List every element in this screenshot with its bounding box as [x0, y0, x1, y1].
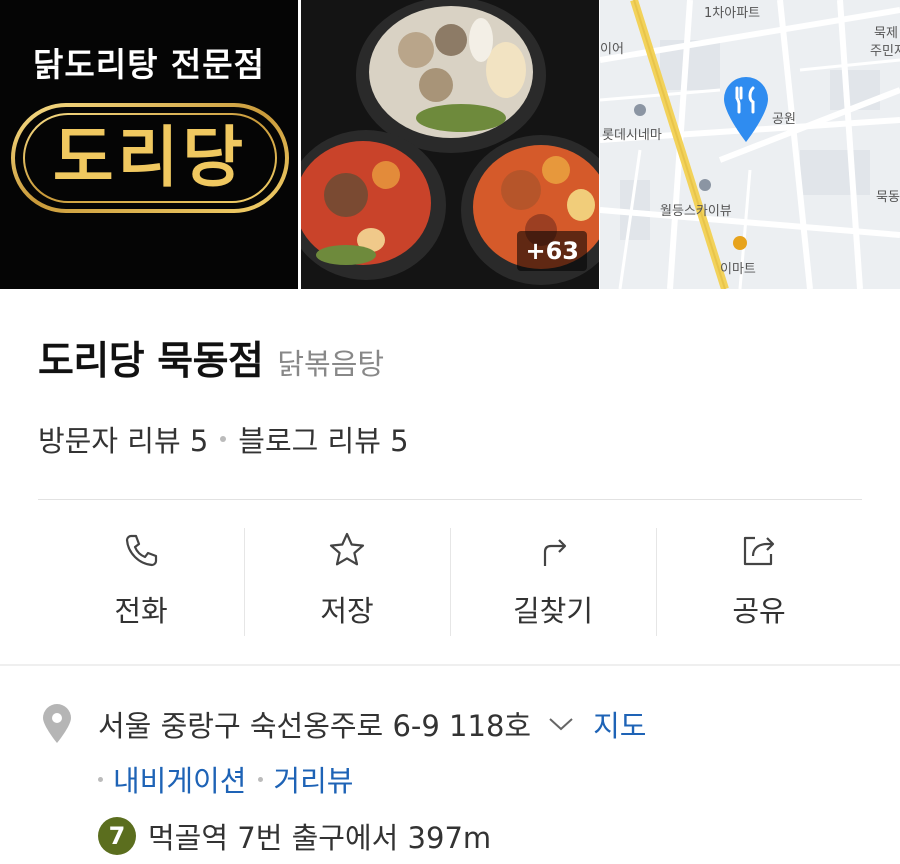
separator-dot: [258, 776, 264, 782]
subway-line-badge: 7: [98, 817, 136, 855]
save-button[interactable]: 저장: [244, 520, 450, 640]
call-label: 전화: [114, 594, 168, 628]
map-label: 주민지: [870, 44, 900, 59]
star-icon: [329, 532, 365, 566]
divider: [38, 499, 862, 500]
map-label: 묵제: [874, 26, 898, 41]
address-links: 내비게이션 거리뷰: [98, 758, 353, 800]
subway-info: 7 먹골역 7번 출구에서 397m: [98, 815, 491, 857]
map-label: 묵동: [876, 190, 900, 205]
restaurant-pin-icon: [724, 77, 768, 142]
chevron-down-icon[interactable]: [547, 714, 575, 734]
directions-button[interactable]: 길찾기: [450, 520, 656, 640]
section-divider: [0, 664, 900, 666]
directions-label: 길찾기: [512, 594, 594, 628]
location-pin-icon: [43, 704, 71, 743]
action-bar: 전화 저장 길찾기 공유: [38, 520, 862, 640]
logo-brand-name: 도리당: [52, 119, 248, 196]
map-label: 공원: [772, 112, 796, 127]
share-label: 공유: [732, 594, 786, 628]
save-label: 저장: [320, 594, 374, 628]
directions-icon: [543, 539, 567, 566]
separator-dot: [98, 776, 103, 782]
blog-reviews-link[interactable]: 블로그 리뷰 5: [238, 418, 408, 460]
phone-icon: [125, 534, 158, 567]
place-category: 닭볶음탕: [277, 347, 385, 381]
logo-photo[interactable]: 닭도리탕 전문점 도리당: [0, 0, 298, 289]
call-button[interactable]: 전화: [38, 520, 244, 640]
separator-dot: [220, 436, 227, 442]
logo-tagline: 닭도리탕 전문점: [32, 45, 265, 84]
map-link[interactable]: 지도: [593, 703, 646, 745]
map-label: 이마트: [720, 262, 756, 277]
address-row: 서울 중랑구 숙선옹주로 6-9 118호 지도: [40, 703, 646, 745]
photo-gallery: 닭도리탕 전문점 도리당 +63 1차아파트 이어 묵제 주민지 롯데시네마 공…: [0, 0, 900, 289]
more-photos-count: +63: [517, 231, 587, 271]
subway-distance-text: 먹골역 7번 출구에서 397m: [148, 821, 492, 855]
share-button[interactable]: 공유: [656, 520, 862, 640]
place-name: 도리당 묵동점: [38, 339, 264, 384]
streetview-link[interactable]: 거리뷰: [273, 758, 353, 800]
map-roads: [600, 0, 900, 289]
map-label: 월등스카이뷰: [660, 204, 732, 219]
mini-map[interactable]: 1차아파트 이어 묵제 주민지 롯데시네마 공원 월등스카이뷰 이마트 묵동: [600, 0, 900, 289]
share-icon: [743, 536, 775, 566]
review-summary: 방문자 리뷰 5 블로그 리뷰 5: [38, 418, 409, 460]
map-label: 이어: [600, 42, 624, 57]
visitor-reviews-link[interactable]: 방문자 리뷰 5: [38, 418, 208, 460]
navigation-link[interactable]: 내비게이션: [113, 758, 246, 800]
map-label: 롯데시네마: [602, 128, 662, 143]
address-text: 서울 중랑구 숙선옹주로 6-9 118호: [98, 709, 532, 743]
food-photo[interactable]: +63: [301, 0, 599, 289]
title-row: 도리당 묵동점 닭볶음탕: [38, 330, 384, 386]
map-label: 1차아파트: [704, 6, 761, 21]
